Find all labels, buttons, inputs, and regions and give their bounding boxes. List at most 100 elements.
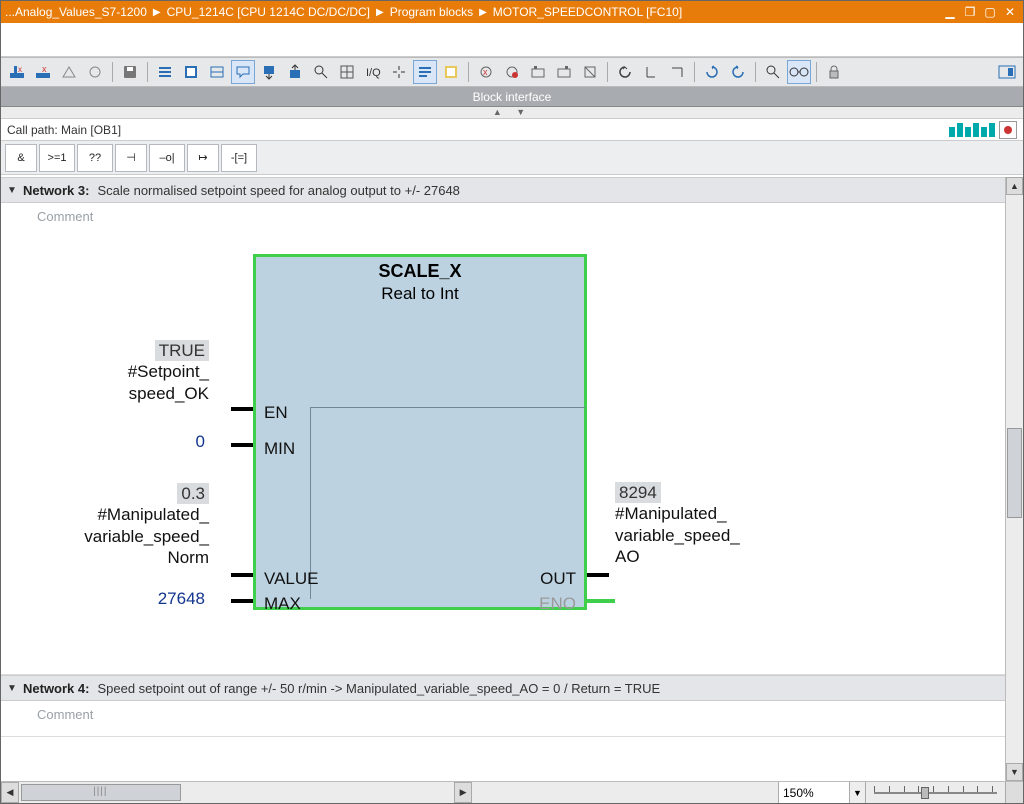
network-4-desc: Speed setpoint out of range +/- 50 r/min…	[97, 681, 660, 696]
titlebar: ...Analog_Values_S7-1200 ▶ CPU_1214C [CP…	[1, 1, 1023, 23]
network-4-header[interactable]: ▼ Network 4: Speed setpoint out of range…	[1, 675, 1005, 701]
toolbar-icon[interactable]	[179, 60, 203, 84]
palette-or[interactable]: >=1	[39, 144, 75, 172]
splitter-handle[interactable]: ▲ ▼	[1, 107, 1023, 119]
toolbar-icon[interactable]	[726, 60, 750, 84]
io-max[interactable]: 27648	[1, 588, 209, 609]
io-en[interactable]: TRUE #Setpoint_ speed_OK	[1, 340, 209, 404]
callpath-value[interactable]: Main [OB1]	[61, 123, 121, 137]
collapse-icon[interactable]: ▼	[1, 185, 23, 196]
search-icon[interactable]	[761, 60, 785, 84]
signal-bars-icon	[949, 123, 995, 137]
download-icon[interactable]	[257, 60, 281, 84]
zoom-box[interactable]: ▼	[778, 782, 865, 803]
scroll-thumb[interactable]	[1007, 428, 1022, 518]
toolbar-icon[interactable]	[665, 60, 689, 84]
save-icon[interactable]	[118, 60, 142, 84]
svg-text:I/Q: I/Q	[366, 67, 381, 79]
network-3-header[interactable]: ▼ Network 3: Scale normalised setpoint s…	[1, 177, 1005, 203]
io-out[interactable]: 8294 #Manipulated_ variable_speed_ AO	[615, 482, 875, 567]
svg-text:x: x	[483, 67, 488, 77]
wire	[231, 599, 253, 603]
palette-unknown[interactable]: ??	[77, 144, 113, 172]
toolbar-icon[interactable]: I/Q	[361, 60, 385, 84]
toolbar-icon[interactable]	[500, 60, 524, 84]
network-4-title: Network 4:	[23, 681, 89, 696]
toolbar-icon[interactable]	[83, 60, 107, 84]
hscroll-track[interactable]	[19, 782, 454, 803]
zoom-knob[interactable]	[921, 787, 929, 799]
palette-coil[interactable]: ↦	[187, 144, 219, 172]
breadcrumb-seg-1[interactable]: CPU_1214C [CPU 1214C DC/DC/DC]	[167, 5, 370, 19]
toolbar-right-icon[interactable]	[995, 60, 1019, 84]
breadcrumb-seg-3[interactable]: MOTOR_SPEEDCONTROL [FC10]	[493, 5, 682, 19]
network-view-icon[interactable]	[413, 60, 437, 84]
palette-contact[interactable]: ⊣	[115, 144, 147, 172]
resize-grip[interactable]	[1005, 782, 1023, 803]
window-minimize-button[interactable]: ▁	[941, 4, 959, 20]
go-offline-icon[interactable]: x	[31, 60, 55, 84]
network-3-body[interactable]: SCALE_X Real to Int EN MIN VALUE MAX OUT…	[1, 238, 1005, 674]
network-3-comment[interactable]: Comment	[1, 203, 1005, 238]
toolbar-icon[interactable]	[153, 60, 177, 84]
toolbar-icon[interactable]	[526, 60, 550, 84]
io-out-mon: 8294	[615, 482, 661, 503]
breadcrumb-seg-2[interactable]: Program blocks	[390, 5, 473, 19]
scroll-right-icon[interactable]: ▶	[454, 782, 472, 803]
callpath-label: Call path:	[7, 123, 58, 137]
palette-assign[interactable]: -[=]	[221, 144, 257, 172]
toolbar-icon[interactable]: x	[474, 60, 498, 84]
toolbar-icon[interactable]	[387, 60, 411, 84]
chevron-right-icon: ▶	[479, 7, 487, 18]
io-value-mon: 0.3	[177, 483, 209, 504]
wire	[231, 443, 253, 447]
io-en-tag: #Setpoint_ speed_OK	[128, 362, 209, 402]
toolbar-icon[interactable]	[578, 60, 602, 84]
toolbar-icon[interactable]	[552, 60, 576, 84]
block-title: SCALE_X	[256, 261, 584, 282]
scroll-up-icon[interactable]: ▲	[1006, 177, 1023, 195]
wire	[587, 573, 609, 577]
io-min[interactable]: 0	[1, 431, 209, 452]
scroll-track[interactable]	[1006, 195, 1023, 763]
block-subtitle: Real to Int	[256, 284, 584, 304]
toolbar-icon[interactable]	[639, 60, 663, 84]
vertical-scrollbar[interactable]: ▲ ▼	[1005, 177, 1023, 781]
record-icon[interactable]	[999, 121, 1017, 139]
palette-and[interactable]: &	[5, 144, 37, 172]
scalex-block[interactable]: SCALE_X Real to Int EN MIN VALUE MAX OUT…	[253, 254, 587, 610]
toolbar-icon[interactable]	[335, 60, 359, 84]
toolbar-icon[interactable]	[57, 60, 81, 84]
palette-neg[interactable]: –o|	[149, 144, 185, 172]
go-online-icon[interactable]: x	[5, 60, 29, 84]
toolbar-icon[interactable]	[205, 60, 229, 84]
io-min-mon: 0	[192, 431, 209, 452]
window-restore-button[interactable]: ❐	[961, 4, 979, 20]
scroll-left-icon[interactable]: ◀	[1, 782, 19, 803]
toolbar-icon[interactable]	[700, 60, 724, 84]
io-value[interactable]: 0.3 #Manipulated_ variable_speed_ Norm	[1, 483, 209, 568]
block-interface-bar[interactable]: Block interface	[1, 87, 1023, 107]
glasses-icon[interactable]	[787, 60, 811, 84]
toolbar-icon[interactable]	[439, 60, 463, 84]
toolbar-icon[interactable]	[613, 60, 637, 84]
horizontal-scrollbar[interactable]: ◀ ▶	[1, 782, 778, 803]
zoom-slider[interactable]	[865, 782, 1005, 803]
breadcrumb-seg-0[interactable]: ...Analog_Values_S7-1200	[5, 5, 147, 19]
window-maximize-button[interactable]: ▢	[981, 4, 999, 20]
comment-toggle-icon[interactable]	[231, 60, 255, 84]
zoom-dropdown-icon[interactable]: ▼	[849, 782, 865, 803]
network-4-comment[interactable]: Comment	[1, 701, 1005, 736]
upload-icon[interactable]	[283, 60, 307, 84]
lock-icon[interactable]	[822, 60, 846, 84]
bottom-bar: ◀ ▶ ▼	[1, 781, 1023, 803]
monitor-icon[interactable]	[309, 60, 333, 84]
window-close-button[interactable]: ✕	[1001, 4, 1019, 20]
port-out: OUT	[540, 569, 576, 589]
hscroll-thumb[interactable]	[21, 784, 181, 801]
collapse-icon[interactable]: ▼	[1, 683, 23, 694]
program-canvas[interactable]: ▼ Network 3: Scale normalised setpoint s…	[1, 177, 1005, 781]
scroll-down-icon[interactable]: ▼	[1006, 763, 1023, 781]
zoom-input[interactable]	[779, 786, 849, 800]
editor-subheader	[1, 23, 1023, 57]
